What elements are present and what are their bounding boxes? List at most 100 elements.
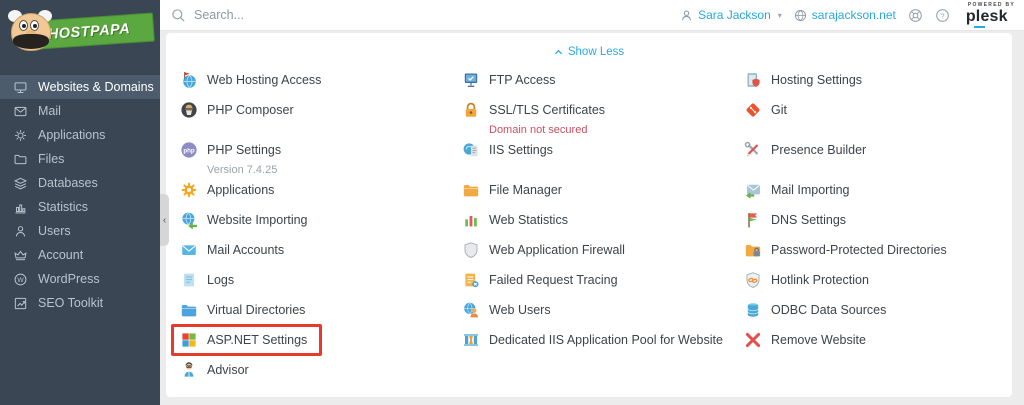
tool-link-mail-accounts[interactable]: Mail Accounts [180,241,284,259]
hostpapa-brand-text: HOSTPAPA [47,20,131,43]
hostpapa-logo[interactable]: HOSTPAPA [0,0,160,62]
tool-link-asp-net-settings[interactable]: ASP.NET Settings [171,324,323,356]
tool-link-failed-request-tracing[interactable]: Failed Request Tracing [462,271,618,289]
plesk-logo[interactable]: POWERED BY plesk [965,2,1015,28]
tool-link-ssl-tls-certificates[interactable]: SSL/TLS Certificates [462,101,605,119]
bar-chart-icon [462,211,480,229]
tool-cell-dedicated-iis-application-pool-for-website: Dedicated IIS Application Pool for Websi… [462,331,744,361]
tool-label: ASP.NET Settings [207,333,308,347]
tool-link-virtual-directories[interactable]: Virtual Directories [180,301,305,319]
tool-link-web-hosting-access[interactable]: Web Hosting Access [180,71,321,89]
tool-link-password-protected-directories[interactable]: Password-Protected Directories [744,241,947,259]
tool-link-php-settings[interactable]: php PHP Settings [180,141,281,159]
sidebar-item-account[interactable]: Account [0,243,160,267]
tool-label: Logs [207,273,235,287]
tool-link-iis-settings[interactable]: IIS Settings [462,141,553,159]
tool-link-dedicated-iis-application-pool-for-website[interactable]: Dedicated IIS Application Pool for Websi… [462,331,723,349]
empty-cell [462,361,744,391]
tool-label: Git [771,103,787,117]
help-icon[interactable]: ? [935,8,950,23]
envelope-icon [180,241,198,259]
composer-icon [180,101,198,119]
tools-grid-row: php PHP Settings Version 7.4.25 IIS Setting… [180,141,1012,181]
user-icon [680,9,693,22]
search-bar [160,8,680,23]
sidebar-item-users[interactable]: Users [0,219,160,243]
tool-link-applications[interactable]: Applications [180,181,274,199]
lifebuoy-icon[interactable] [908,8,923,23]
sidebar-collapse-handle[interactable]: ‹ [160,194,169,246]
tools-panel: Show Less Web Hosting Access FTP Access Ho… [166,33,1012,397]
sidebar-menu: Websites & Domains Mail Applications Files D… [0,62,160,315]
tool-cell-web-hosting-access: Web Hosting Access [180,71,462,101]
tool-link-advisor[interactable]: Advisor [180,361,249,379]
ms-squares-icon [180,331,198,349]
tool-label: IIS Settings [489,143,553,157]
tool-link-web-users[interactable]: Web Users [462,301,551,319]
tool-cell-advisor: Advisor [180,361,462,391]
search-icon [171,8,186,23]
sidebar-item-label: SEO Toolkit [38,296,104,310]
sidebar-item-files[interactable]: Files [0,147,160,171]
tool-link-presence-builder[interactable]: Presence Builder [744,141,866,159]
plesk-underline [973,25,985,28]
tool-link-hotlink-protection[interactable]: Hotlink Protection [744,271,869,289]
tool-label: FTP Access [489,73,556,87]
tool-link-php-composer[interactable]: PHP Composer [180,101,294,119]
tool-cell-failed-request-tracing: Failed Request Tracing [462,271,744,301]
tool-cell-mail-accounts: Mail Accounts [180,241,462,271]
tool-link-website-importing[interactable]: Website Importing [180,211,308,229]
tool-link-odbc-data-sources[interactable]: ODBC Data Sources [744,301,886,319]
padlock-icon [462,101,480,119]
domain-link[interactable]: sarajackson.net [794,8,896,22]
tool-label: Web Application Firewall [489,243,625,257]
tool-cell-mail-importing: Mail Importing [744,181,1012,211]
tool-label: Web Hosting Access [207,73,322,87]
tool-label: Website Importing [207,213,308,227]
show-less-link[interactable]: Show Less [166,33,1012,59]
sidebar-item-applications[interactable]: Applications [0,123,160,147]
tool-label: SSL/TLS Certificates [489,103,606,117]
shield-gray-icon [462,241,480,259]
empty-cell [744,361,1012,391]
sidebar-item-label: Applications [38,128,106,142]
scroll-shield-icon [744,71,762,89]
git-icon [744,101,762,119]
sidebar-item-databases[interactable]: Databases [0,171,160,195]
tool-link-dns-settings[interactable]: DNS Settings [744,211,846,229]
tool-link-git[interactable]: Git [744,101,787,119]
folder-orange-icon [462,181,480,199]
tool-cell-asp-net-settings: ASP.NET Settings [171,324,462,361]
tool-link-file-manager[interactable]: File Manager [462,181,562,199]
sidebar-item-wordpress[interactable]: W WordPress [0,267,160,291]
tool-label: Password-Protected Directories [771,243,947,257]
user-menu[interactable]: Sara Jackson ▾ [680,8,782,22]
tool-cell-php-settings: php PHP Settings Version 7.4.25 [180,141,462,181]
tool-link-mail-importing[interactable]: Mail Importing [744,181,850,199]
tool-link-remove-website[interactable]: Remove Website [744,331,866,349]
svg-text:?: ? [940,11,944,20]
tool-link-logs[interactable]: Logs [180,271,234,289]
pencil-wrench-icon [744,141,762,159]
crown-icon [13,248,28,263]
search-input[interactable] [194,8,514,22]
tool-label: Failed Request Tracing [489,273,618,287]
plesk-brand-text: plesk [965,7,1008,25]
tool-label: Mail Accounts [207,243,285,257]
wordpress-icon: W [13,272,28,287]
tool-link-web-application-firewall[interactable]: Web Application Firewall [462,241,625,259]
sidebar-item-websites-domains[interactable]: Websites & Domains [0,75,160,99]
tools-grid-row: Web Hosting Access FTP Access Hosting Sett… [180,71,1012,101]
tool-cell-ftp-access: FTP Access [462,71,744,101]
tool-link-ftp-access[interactable]: FTP Access [462,71,555,89]
tool-cell-password-protected-directories: Password-Protected Directories [744,241,1012,271]
sidebar-item-label: Mail [38,104,61,118]
php-icon: php [180,141,198,159]
sidebar-item-statistics[interactable]: Statistics [0,195,160,219]
tool-link-web-statistics[interactable]: Web Statistics [462,211,568,229]
sidebar-item-seo-toolkit[interactable]: SEO Toolkit [0,291,160,315]
tool-link-hosting-settings[interactable]: Hosting Settings [744,71,862,89]
sidebar-item-mail[interactable]: Mail [0,99,160,123]
advisor-icon [180,361,198,379]
stats-icon [13,200,28,215]
